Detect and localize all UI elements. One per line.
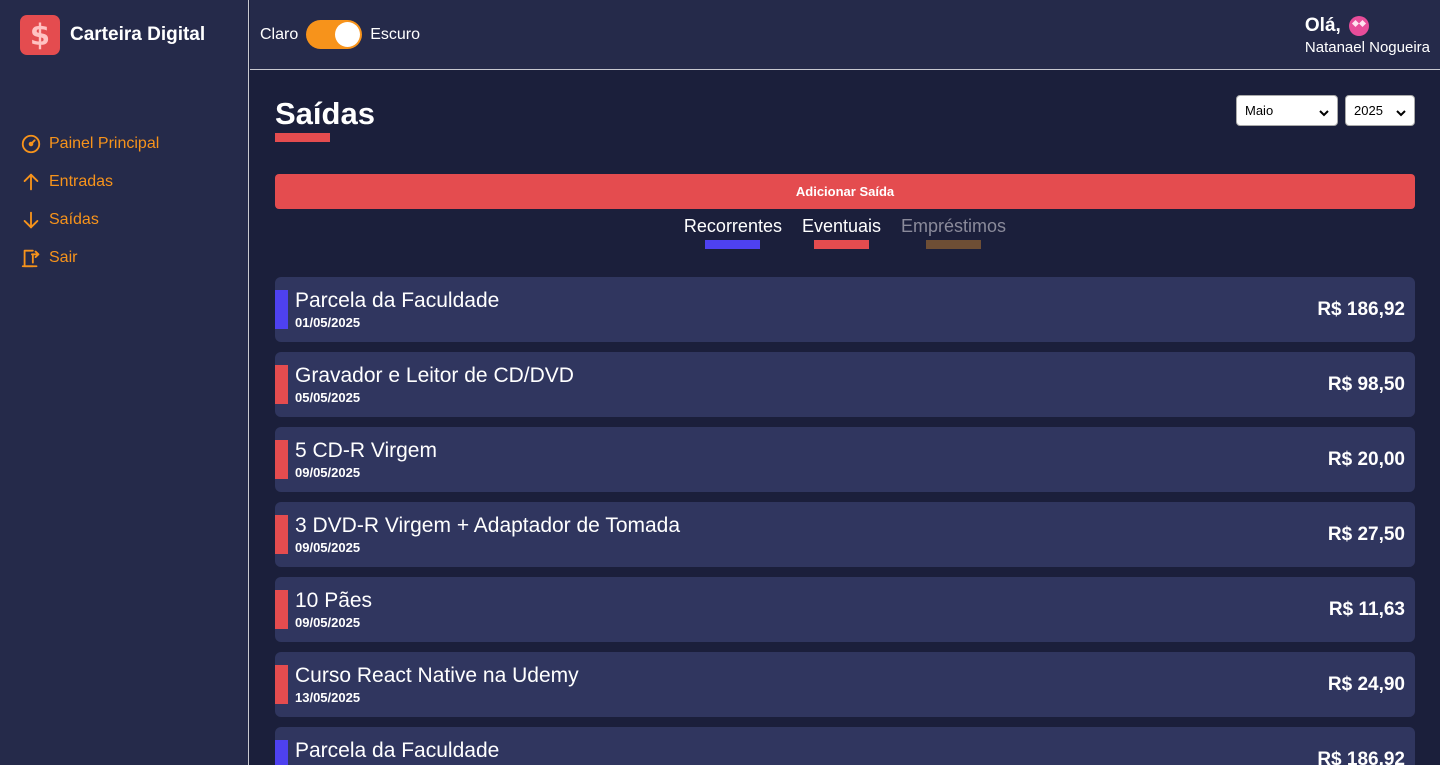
item-amount: R$ 24,90 — [1327, 674, 1405, 695]
chevron-down-icon — [1319, 106, 1329, 116]
brand[interactable]: $ Carteira Digital — [20, 15, 205, 55]
star-struck-emoji-icon — [1348, 16, 1369, 36]
theme-switch: Claro Escuro — [260, 20, 420, 49]
filter-label: Empréstimos — [901, 216, 1007, 236]
page-title: Saídas — [275, 96, 375, 131]
year-select[interactable]: 2025 — [1345, 95, 1415, 126]
year-select-value: 2025 — [1354, 103, 1383, 118]
app: $ Carteira Digital Painel Principal Entr… — [0, 0, 1440, 765]
list-item[interactable]: 10 Pães 09/05/2025 R$ 11,63 — [275, 577, 1415, 642]
month-select-value: Maio — [1245, 103, 1274, 118]
list-item[interactable]: 5 CD-R Virgem 09/05/2025 R$ 20,00 — [275, 427, 1415, 492]
item-date: 09/05/2025 — [295, 615, 361, 630]
filter-eventuais[interactable]: Eventuais — [802, 216, 881, 249]
toggle-knob — [335, 22, 361, 47]
sidebar-item-label: Sair — [49, 249, 78, 266]
item-amount: R$ 27,50 — [1327, 524, 1405, 545]
item-amount: R$ 98,50 — [1327, 374, 1405, 395]
arrow-down-icon — [23, 211, 39, 229]
greeting: Olá, — [1305, 15, 1430, 37]
exit-icon — [21, 249, 40, 268]
item-description: 10 Pães — [295, 589, 373, 612]
month-select[interactable]: Maio — [1236, 95, 1338, 126]
user-greeting: Olá, Natanael Nogueira — [1305, 15, 1430, 56]
item-amount: R$ 186,92 — [1317, 749, 1405, 765]
item-description: 5 CD-R Virgem — [295, 439, 437, 462]
type-tag — [275, 590, 288, 629]
type-filters: Recorrentes Eventuais Empréstimos — [250, 216, 1440, 249]
arrow-up-icon — [23, 173, 39, 191]
filter-indicator — [926, 240, 982, 249]
item-description: Gravador e Leitor de CD/DVD — [295, 364, 574, 387]
filter-recorrentes[interactable]: Recorrentes — [684, 216, 782, 249]
dashboard-icon — [21, 134, 41, 154]
item-amount: R$ 186,92 — [1317, 299, 1405, 320]
sidebar: $ Carteira Digital Painel Principal Entr… — [0, 0, 249, 765]
dollar-logo-icon: $ — [20, 15, 60, 55]
item-date: 13/05/2025 — [295, 690, 361, 705]
sidebar-item-entradas[interactable]: Entradas — [20, 163, 159, 201]
filter-emprestimos[interactable]: Empréstimos — [901, 216, 1006, 249]
type-tag — [275, 515, 288, 554]
list-item[interactable]: Curso React Native na Udemy 13/05/2025 R… — [275, 652, 1415, 717]
filter-indicator — [814, 240, 869, 249]
item-date: 01/05/2025 — [295, 315, 361, 330]
filter-label: Recorrentes — [683, 216, 782, 236]
list-item[interactable]: Parcela da Faculdade R$ 186,92 — [275, 727, 1415, 765]
expense-list: Parcela da Faculdade 01/05/2025 R$ 186,9… — [275, 277, 1415, 765]
item-description: Parcela da Faculdade — [295, 289, 500, 312]
chevron-down-icon — [1396, 106, 1406, 116]
theme-dark-label: Escuro — [370, 25, 421, 43]
type-tag — [275, 290, 288, 329]
list-item[interactable]: Gravador e Leitor de CD/DVD 05/05/2025 R… — [275, 352, 1415, 417]
item-description: Curso React Native na Udemy — [295, 664, 579, 687]
top-header: Claro Escuro Olá, Natanael Nogueira — [250, 0, 1440, 70]
theme-toggle[interactable] — [306, 20, 363, 49]
type-tag — [275, 740, 288, 765]
type-tag — [275, 440, 288, 479]
theme-light-label: Claro — [260, 25, 299, 43]
list-item[interactable]: Parcela da Faculdade 01/05/2025 R$ 186,9… — [275, 277, 1415, 342]
filter-indicator — [705, 240, 761, 249]
item-description: 3 DVD-R Virgem + Adaptador de Tomada — [295, 514, 681, 537]
item-date: 05/05/2025 — [295, 390, 361, 405]
brand-name: Carteira Digital — [70, 24, 206, 45]
item-amount: R$ 11,63 — [1328, 599, 1405, 620]
item-date: 09/05/2025 — [295, 540, 361, 555]
item-description: Parcela da Faculdade — [295, 739, 500, 762]
add-expense-button[interactable]: Adicionar Saída — [275, 174, 1415, 209]
sidebar-menu: Painel Principal Entradas Saídas Sair — [20, 125, 159, 277]
sidebar-item-label: Painel Principal — [49, 135, 160, 152]
date-filters: Maio 2025 — [1236, 95, 1415, 126]
type-tag — [275, 665, 288, 704]
user-name: Natanael Nogueira — [1304, 39, 1430, 56]
sidebar-item-label: Saídas — [49, 211, 99, 228]
sidebar-item-label: Entradas — [49, 173, 114, 190]
list-item[interactable]: 3 DVD-R Virgem + Adaptador de Tomada 09/… — [275, 502, 1415, 567]
item-date: 09/05/2025 — [295, 465, 361, 480]
main-content: Saídas Maio 2025 Adicionar Saída Recorre… — [250, 71, 1440, 765]
title-underline — [275, 133, 330, 142]
item-amount: R$ 20,00 — [1327, 449, 1405, 470]
sidebar-item-dashboard[interactable]: Painel Principal — [20, 125, 159, 163]
sidebar-item-sair[interactable]: Sair — [20, 239, 159, 277]
type-tag — [275, 365, 288, 404]
sidebar-item-saidas[interactable]: Saídas — [20, 201, 159, 239]
filter-label: Eventuais — [801, 216, 882, 236]
greeting-text: Olá, — [1304, 15, 1341, 36]
